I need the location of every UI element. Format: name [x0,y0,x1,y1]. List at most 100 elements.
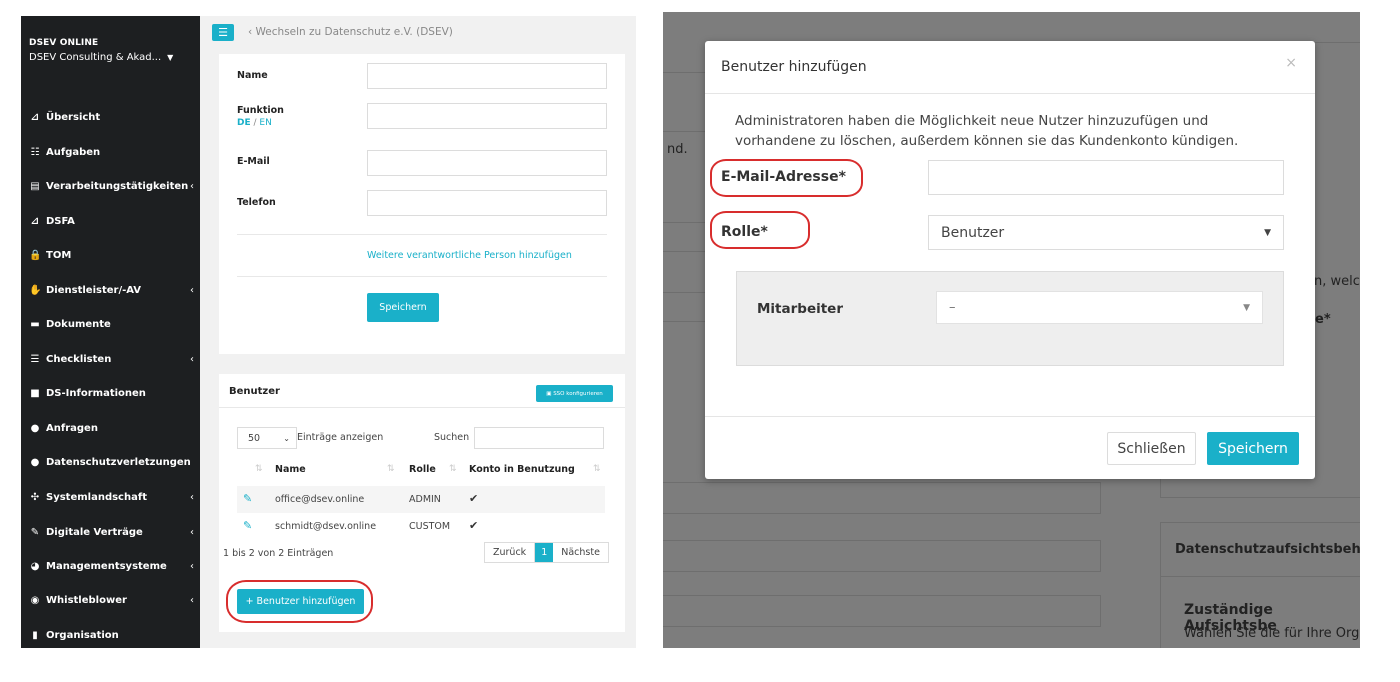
table-icon: ▤ [30,180,40,192]
area-chart-icon: ⊿ [30,215,40,227]
comments-icon: ● [30,422,40,434]
lang-en-link[interactable]: EN [259,118,271,128]
pagination-next[interactable]: Nächste [553,543,608,562]
phone-label: Telefon [237,197,276,208]
edit-icon[interactable]: ✎ [243,492,252,505]
bg-text: e* [1315,312,1331,327]
bg-text: Wählen Sie die für Ihre Org [1184,626,1360,641]
phone-input[interactable] [367,190,607,216]
sort-icon[interactable]: ⇅ [449,464,457,474]
tasks-icon: ☷ [30,146,40,158]
menu-toggle-button[interactable]: ☰ [212,24,234,41]
chevron-left-icon: ‹ [190,491,194,503]
function-input[interactable] [367,103,607,129]
sidebar-item[interactable]: ☷ Aufgaben [29,142,194,162]
function-label: Funktion [237,105,284,116]
sidebar-item[interactable]: ☰ Checklisten ‹ [29,349,194,369]
sidebar-item[interactable]: ▤ Verarbeitungstätigkeiten ‹ [29,176,194,196]
sidebar-item[interactable]: ⊿ Übersicht [29,107,194,127]
users-card: Benutzer ▣ SSO konfigurieren 50 ⌄ Einträ… [219,374,625,632]
email-address-input[interactable] [928,160,1284,195]
pagination-page[interactable]: 1 [535,543,554,562]
user-email: schmidt@dsev.online [275,521,377,532]
sidebar-item-label: Dokumente [46,318,111,330]
sidebar-item-label: Dienstleister/-AV [46,284,142,296]
sidebar-item[interactable]: ■ DS-Informationen [29,383,194,403]
chevron-left-icon: ‹ [190,526,194,538]
contract-icon: ✎ [30,526,40,538]
alert-icon: ● [30,456,40,468]
lock-icon: 🔒 [29,249,42,261]
chevron-left-icon: ‹ [190,284,194,296]
close-button[interactable]: Schließen [1107,432,1196,465]
divider [219,407,625,408]
divider [705,93,1315,94]
sidebar-item[interactable]: ▮ Organisation [29,625,194,645]
entries-length-select[interactable]: 50 ⌄ [237,427,297,449]
table-row: ✎ schmidt@dsev.online CUSTOM ✔ [237,513,605,540]
col-header-role[interactable]: Rolle [409,464,436,475]
sidebar-item[interactable]: ▬ Dokumente [29,314,194,334]
save-button[interactable]: Speichern [1207,432,1299,465]
close-icon[interactable]: × [1285,55,1297,71]
pagination: Zurück 1 Nächste [484,542,609,563]
sso-configure-button[interactable]: ▣ SSO konfigurieren [536,385,613,402]
sidebar-item[interactable]: ● Anfragen [29,418,194,438]
users-title: Benutzer [229,386,280,397]
sidebar-item-label: Systemlandschaft [46,491,147,503]
lang-de-link[interactable]: DE [237,118,251,128]
chevron-down-icon: ⌄ [283,433,290,443]
handshake-icon: ✋ [29,284,42,296]
sidebar-item-label: Organisation [46,629,119,641]
sort-icon[interactable]: ⇅ [593,464,601,474]
sort-icon[interactable]: ⇅ [255,464,263,474]
sidebar-item[interactable]: ⊿ DSFA [29,211,194,231]
sidebar-item[interactable]: 🔒 TOM [29,245,194,265]
edit-icon[interactable]: ✎ [243,519,252,532]
sidebar-item[interactable]: ● Datenschutzverletzungen [29,452,194,472]
org-switcher[interactable]: DSEV Consulting & Akad... ▼ [29,52,173,63]
bg-text: Datenschutzaufsichtsbeh [1175,542,1360,557]
sidebar-item[interactable]: ◉ Whistleblower ‹ [29,590,194,610]
chevron-left-icon: ‹ [190,353,194,365]
user-role: ADMIN [409,494,441,505]
folder-icon: ▬ [30,318,40,330]
table-info: 1 bis 2 von 2 Einträgen [223,548,334,559]
employee-select[interactable]: – ▼ [936,291,1263,324]
user-role: CUSTOM [409,521,451,532]
sidebar-item[interactable]: ◕ Managementsysteme ‹ [29,556,194,576]
sidebar-item-label: DS-Informationen [46,387,146,399]
add-person-link[interactable]: Weitere verantwortliche Person hinzufüge… [367,250,572,261]
highlight-circle [710,211,810,249]
sidebar-item-label: Verarbeitungstätigkeiten [46,180,189,192]
bg-field [663,540,1101,572]
language-switch: DE / EN [237,118,272,128]
sidebar-item[interactable]: ✋ Dienstleister/-AV ‹ [29,280,194,300]
right-screenshot: nd. n, welc e* Datenschutzaufsichtsbeh Z… [663,12,1360,648]
role-select[interactable]: Benutzer ▼ [928,215,1284,250]
role-value: Benutzer [941,224,1005,241]
sidebar-item[interactable]: ✎ Digitale Verträge ‹ [29,522,194,542]
user-email: office@dsev.online [275,494,365,505]
search-input[interactable] [474,427,604,449]
responsible-person-form: Name Funktion DE / EN E-Mail Telefon Wei… [219,54,625,354]
sidebar-item-label: Übersicht [46,111,101,123]
highlight-circle [710,159,863,197]
brand-name: DSEV ONLINE [29,38,99,48]
hamburger-icon: ☰ [218,26,228,39]
col-header-name[interactable]: Name [275,464,306,475]
col-header-account[interactable]: Konto in Benutzung [469,464,575,475]
pagination-prev[interactable]: Zurück [485,543,536,562]
name-input[interactable] [367,63,607,89]
sort-icon[interactable]: ⇅ [387,464,395,474]
sidebar-item-label: Whistleblower [46,594,127,606]
save-button[interactable]: Speichern [367,293,439,322]
switch-org-link[interactable]: ‹ Wechseln zu Datenschutz e.V. (DSEV) [248,26,453,38]
bg-text: n, welc [1314,274,1360,289]
sidebar-item[interactable]: ✣ Systemlandschaft ‹ [29,487,194,507]
chevron-left-icon: ‹ [190,560,194,572]
modal-title: Benutzer hinzufügen [721,59,867,75]
network-icon: ✣ [30,491,40,503]
check-icon: ✔ [469,492,479,505]
email-input[interactable] [367,150,607,176]
